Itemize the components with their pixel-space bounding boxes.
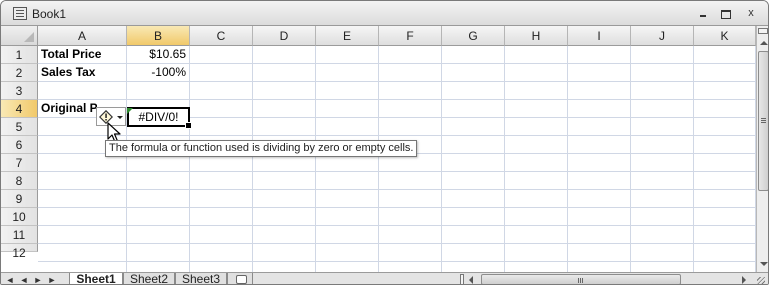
sheet-tab-bar: ◄ ◄ ► ► Sheet1 Sheet2 Sheet3 xyxy=(1,272,768,284)
close-button[interactable]: x xyxy=(742,4,760,22)
row-header-5[interactable]: 5 xyxy=(1,118,38,136)
error-tooltip: The formula or function used is dividing… xyxy=(105,140,418,157)
cell-a4[interactable]: Original P xyxy=(41,100,97,117)
scroll-up-button[interactable] xyxy=(758,37,768,49)
row-header-12[interactable]: 12 xyxy=(1,244,38,260)
column-header-g[interactable]: G xyxy=(442,26,505,46)
excel-window: Book1 x A B C D E F G H I J K 1 2 3 4 5 … xyxy=(0,0,769,285)
row-header-4[interactable]: 4 xyxy=(1,100,38,118)
select-all-button[interactable] xyxy=(1,26,38,46)
vertical-scroll-thumb[interactable] xyxy=(758,51,768,191)
chevron-down-icon[interactable] xyxy=(117,116,123,119)
first-sheet-button[interactable]: ◄ xyxy=(4,274,16,284)
tab-sheet3[interactable]: Sheet3 xyxy=(175,273,227,284)
prev-sheet-button[interactable]: ◄ xyxy=(18,274,30,284)
vertical-scrollbar[interactable] xyxy=(756,26,768,272)
row-header-11[interactable]: 11 xyxy=(1,226,38,244)
scroll-left-button[interactable] xyxy=(467,274,477,284)
last-sheet-button[interactable]: ► xyxy=(46,274,58,284)
minimize-button[interactable] xyxy=(694,4,712,22)
column-header-h[interactable]: H xyxy=(505,26,568,46)
split-box-icon[interactable] xyxy=(758,28,768,34)
column-header-a[interactable]: A xyxy=(38,26,127,46)
row-header-9[interactable]: 9 xyxy=(1,190,38,208)
cell-b1[interactable]: $10.65 xyxy=(127,46,189,63)
title-bar[interactable]: Book1 x xyxy=(1,1,768,26)
error-indicator-icon xyxy=(127,108,133,114)
tab-sheet2[interactable]: Sheet2 xyxy=(123,273,175,284)
scroll-down-button[interactable] xyxy=(758,258,768,270)
scroll-right-button[interactable] xyxy=(739,274,749,284)
cell-a1[interactable]: Total Price xyxy=(41,46,126,63)
insert-sheet-icon[interactable] xyxy=(227,273,253,284)
column-header-e[interactable]: E xyxy=(316,26,379,46)
workbook-icon[interactable] xyxy=(13,7,27,20)
next-sheet-button[interactable]: ► xyxy=(32,274,44,284)
column-header-b[interactable]: B xyxy=(127,26,190,46)
row-header-10[interactable]: 10 xyxy=(1,208,38,226)
active-cell-b4[interactable]: #DIV/0! xyxy=(127,107,192,129)
row-header-7[interactable]: 7 xyxy=(1,154,38,172)
tab-sheet1[interactable]: Sheet1 xyxy=(69,273,123,284)
row-header-6[interactable]: 6 xyxy=(1,136,38,154)
tab-split-handle[interactable] xyxy=(460,274,464,284)
row-header-2[interactable]: 2 xyxy=(1,64,38,82)
column-header-c[interactable]: C xyxy=(190,26,253,46)
row-header-8[interactable]: 8 xyxy=(1,172,38,190)
window-title: Book1 xyxy=(32,7,67,21)
restore-button[interactable] xyxy=(716,4,734,22)
column-header-k[interactable]: K xyxy=(694,26,756,46)
row-header-3[interactable]: 3 xyxy=(1,82,38,100)
column-header-i[interactable]: I xyxy=(568,26,631,46)
resize-grip-icon[interactable] xyxy=(755,275,766,284)
cell-area[interactable]: Total Price $10.65 Sales Tax -100% Origi… xyxy=(38,46,756,272)
cell-b2[interactable]: -100% xyxy=(127,64,189,81)
horizontal-scroll-thumb[interactable] xyxy=(481,274,681,284)
column-header-j[interactable]: J xyxy=(631,26,694,46)
cell-a2[interactable]: Sales Tax xyxy=(41,64,126,81)
column-header-d[interactable]: D xyxy=(253,26,316,46)
column-header-f[interactable]: F xyxy=(379,26,442,46)
row-header-1[interactable]: 1 xyxy=(1,46,38,64)
